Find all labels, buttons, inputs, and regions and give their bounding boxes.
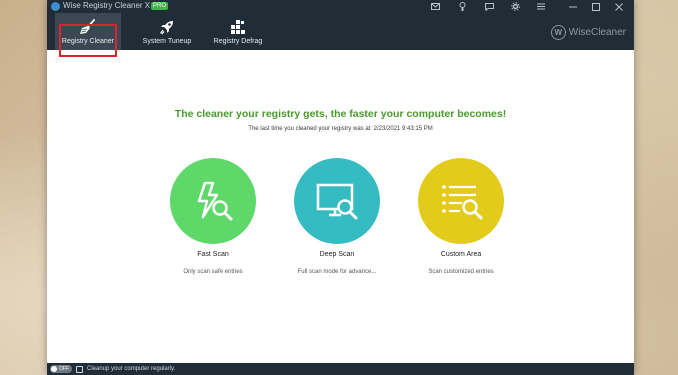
- minimize-icon[interactable]: [563, 0, 583, 13]
- skin-icon[interactable]: [452, 0, 472, 13]
- custom-area-button[interactable]: [418, 158, 504, 244]
- main-toolbar: Registry Cleaner System Tuneup Registry …: [47, 13, 634, 50]
- monitor-magnifier-icon: [316, 183, 358, 220]
- tab-registry-defrag[interactable]: Registry Defrag: [205, 13, 271, 50]
- tab-registry-cleaner[interactable]: Registry Cleaner: [55, 13, 121, 50]
- settings-icon[interactable]: [505, 0, 525, 13]
- tab-label: System Tuneup: [142, 38, 192, 45]
- tab-label: Registry Cleaner: [61, 38, 115, 45]
- headline: The cleaner your registry gets, the fast…: [174, 108, 507, 120]
- tab-label: Registry Defrag: [213, 38, 263, 45]
- app-logo-icon: [51, 2, 60, 11]
- mail-icon[interactable]: [425, 0, 445, 13]
- feedback-icon[interactable]: [479, 0, 499, 13]
- status-bar: OFF Cleanup your computer regularly.: [47, 363, 634, 375]
- calendar-icon: [76, 365, 83, 373]
- custom-area-card[interactable]: Custom Area Scan customized entries: [406, 158, 516, 275]
- toggle-label: OFF: [59, 366, 69, 372]
- deep-scan-button[interactable]: [294, 158, 380, 244]
- title-bar: Wise Registry Cleaner X PRO: [47, 0, 634, 13]
- defrag-blocks-icon: [231, 20, 245, 34]
- wisecleaner-brand[interactable]: W WiseCleaner: [550, 25, 626, 40]
- wisecleaner-logo-icon: W: [550, 25, 566, 40]
- fast-scan-button[interactable]: [170, 158, 256, 244]
- last-cleaned-time: The last time you cleaned your registry …: [248, 126, 433, 132]
- pro-badge: PRO: [151, 2, 169, 10]
- app-window: Wise Registry Cleaner X PRO Registry Cle…: [47, 0, 634, 375]
- fast-scan-description: Only scan safe entries: [183, 269, 243, 275]
- fast-scan-title: Fast Scan: [197, 251, 229, 258]
- deep-scan-title: Deep Scan: [319, 251, 355, 258]
- rocket-icon: [160, 21, 173, 35]
- maximize-icon[interactable]: [586, 0, 606, 13]
- menu-icon[interactable]: [531, 0, 551, 13]
- brand-name: WiseCleaner: [568, 27, 626, 38]
- tab-system-tuneup[interactable]: System Tuneup: [135, 13, 199, 50]
- deep-scan-card[interactable]: Deep Scan Full scan mode for advance...: [282, 158, 392, 275]
- auto-clean-toggle[interactable]: OFF: [50, 365, 72, 373]
- custom-area-description: Scan customized entries: [428, 269, 494, 275]
- app-title: Wise Registry Cleaner X: [63, 1, 151, 10]
- toggle-knob: [51, 366, 57, 372]
- list-magnifier-icon: [442, 185, 483, 220]
- fast-scan-card[interactable]: Fast Scan Only scan safe entries: [158, 158, 268, 275]
- close-icon[interactable]: [609, 0, 629, 13]
- broom-icon: [80, 19, 95, 34]
- custom-area-title: Custom Area: [440, 251, 482, 258]
- lightning-magnifier-icon: [197, 181, 233, 221]
- deep-scan-description: Full scan mode for advance...: [297, 269, 377, 275]
- status-message: Cleanup your computer regularly.: [87, 366, 176, 372]
